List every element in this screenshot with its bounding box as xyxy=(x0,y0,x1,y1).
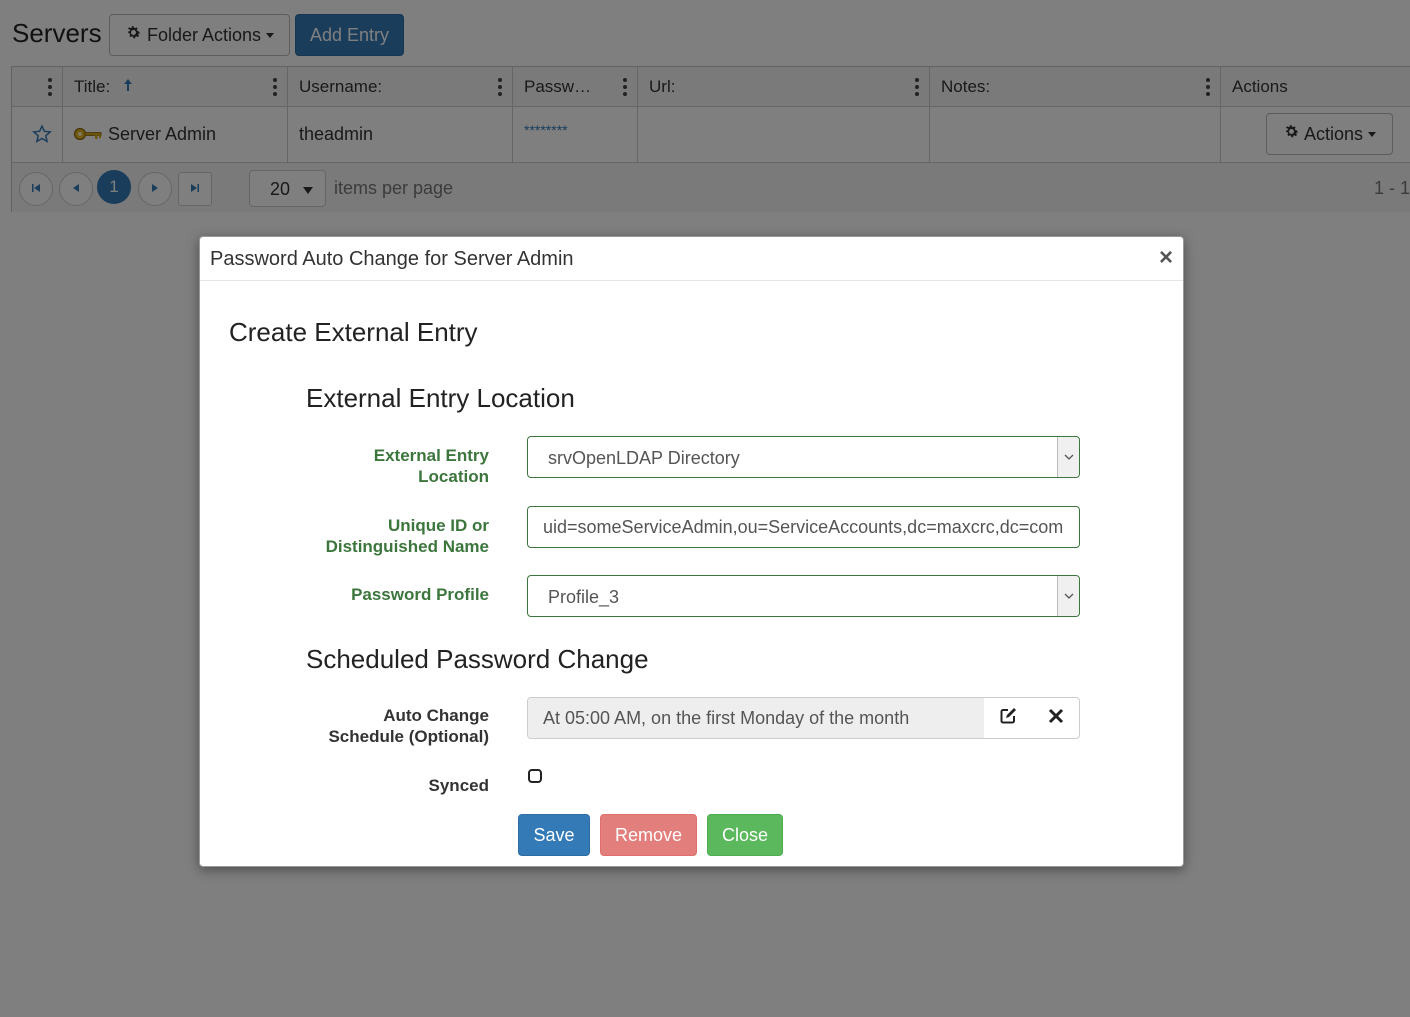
location-section-heading: External Entry Location xyxy=(306,383,575,413)
schedule-value-field: At 05:00 AM, on the first Monday of the … xyxy=(528,698,985,738)
clear-schedule-button[interactable] xyxy=(1032,698,1079,738)
external-entry-location-select[interactable]: srvOpenLDAP Directory xyxy=(527,436,1080,478)
modal-header: Password Auto Change for Server Admin × xyxy=(200,237,1183,281)
edit-schedule-button[interactable] xyxy=(984,698,1033,738)
profile-value: Profile_3 xyxy=(548,587,620,607)
profile-label: Password Profile xyxy=(351,585,489,604)
synced-label: Synced xyxy=(428,776,489,795)
schedule-input-group: At 05:00 AM, on the first Monday of the … xyxy=(527,697,1080,739)
close-button[interactable]: Close xyxy=(707,814,783,856)
schedule-label: Auto Change Schedule (Optional) xyxy=(328,706,489,746)
schedule-section-heading: Scheduled Password Change xyxy=(306,644,649,674)
distinguished-name-input[interactable] xyxy=(527,506,1080,548)
synced-checkbox[interactable] xyxy=(528,769,542,783)
chevron-down-icon xyxy=(1057,437,1079,477)
modal-title: Password Auto Change for Server Admin xyxy=(210,248,574,270)
location-value: srvOpenLDAP Directory xyxy=(548,448,740,468)
password-auto-change-dialog: Password Auto Change for Server Admin × … xyxy=(199,236,1184,867)
schedule-value: At 05:00 AM, on the first Monday of the … xyxy=(543,708,910,728)
location-label: External Entry Location xyxy=(373,446,489,486)
save-button[interactable]: Save xyxy=(518,814,590,856)
clear-icon xyxy=(1048,708,1064,729)
password-profile-select[interactable]: Profile_3 xyxy=(527,575,1080,617)
remove-button[interactable]: Remove xyxy=(600,814,697,856)
edit-icon xyxy=(998,706,1018,731)
create-external-entry-heading: Create External Entry xyxy=(229,317,478,347)
dn-label: Unique ID or Distinguished Name xyxy=(325,516,489,556)
distinguished-name-field[interactable] xyxy=(528,507,1079,547)
chevron-down-icon xyxy=(1057,576,1079,616)
close-icon[interactable]: × xyxy=(1159,244,1173,272)
